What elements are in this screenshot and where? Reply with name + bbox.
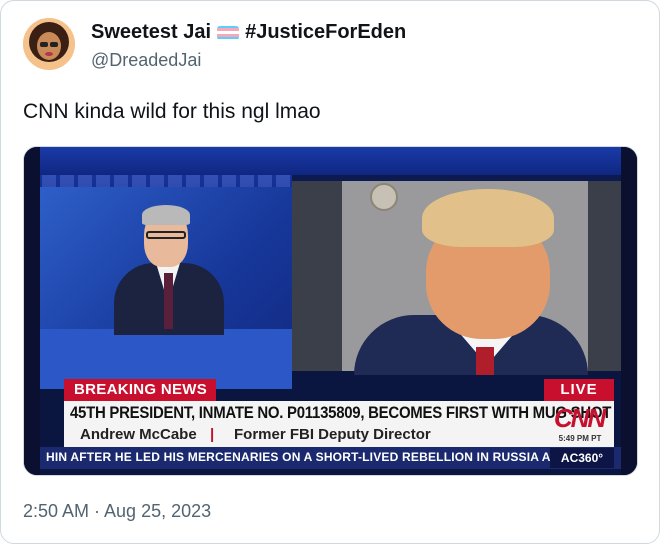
ticker-text: HIN AFTER HE LED HIS MERCENARIES ON A SH… xyxy=(46,450,551,464)
guest-separator: | xyxy=(210,426,215,443)
guest-title: Former FBI Deputy Director xyxy=(234,426,431,443)
anchor-hair xyxy=(142,205,190,225)
frame-edge-right xyxy=(621,147,637,475)
mugshot-hair xyxy=(422,189,554,247)
live-label: LIVE xyxy=(544,379,614,401)
avatar[interactable] xyxy=(23,18,75,70)
broadcast-time: 5:49 PM PT xyxy=(558,434,602,443)
author-name-row: Sweetest Jai #JusticeForEden xyxy=(91,21,406,44)
trans-flag-icon xyxy=(217,25,240,40)
tweet-text: CNN kinda wild for this ngl lmao xyxy=(23,100,321,123)
mugshot-tie xyxy=(476,347,494,375)
anchor-glasses xyxy=(146,231,186,239)
display-name-hashtag: #JusticeForEden xyxy=(245,21,407,43)
chyron-headline: 45TH PRESIDENT, INMATE NO. P01135809, BE… xyxy=(70,403,612,422)
anchor-tie xyxy=(164,273,173,329)
guest-name: Andrew McCabe xyxy=(80,426,197,443)
tweet-timestamp[interactable]: 2:50 AM · Aug 25, 2023 xyxy=(23,501,211,522)
breaking-news-label: BREAKING NEWS xyxy=(64,379,216,401)
cnn-logo: CNN xyxy=(553,403,606,433)
mugshot-shade-left xyxy=(292,181,342,371)
frame-edge-left xyxy=(24,147,40,475)
show-label: AC360° xyxy=(550,448,614,468)
display-name[interactable]: Sweetest Jai xyxy=(91,21,211,44)
tweet-card[interactable]: Sweetest Jai #JusticeForEden @DreadedJai… xyxy=(0,0,660,544)
sheriff-badge-icon xyxy=(370,183,398,211)
user-handle[interactable]: @DreadedJai xyxy=(91,50,201,71)
avatar-image xyxy=(23,18,75,70)
tweet-media-image[interactable]: BREAKING NEWS LIVE 45TH PRESIDENT, INMAT… xyxy=(23,146,638,476)
